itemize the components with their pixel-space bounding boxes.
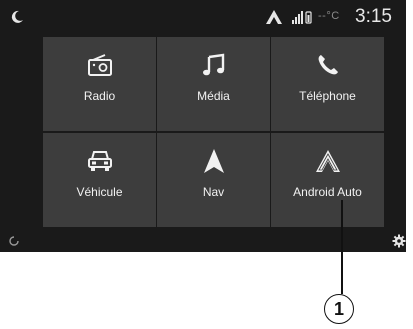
tile-radio[interactable]: Radio [43, 37, 156, 131]
callout-marker: 1 [324, 294, 354, 324]
tile-android-auto[interactable]: Android Auto [271, 133, 384, 227]
tile-telephone[interactable]: Téléphone [271, 37, 384, 131]
tile-label: Véhicule [76, 185, 123, 199]
outside-temperature: --°C [318, 10, 340, 22]
app-grid: Radio Média Téléphone Véhicule Nav Andro… [43, 37, 385, 228]
status-bar: --°C 3:15 [0, 0, 406, 34]
signal-icon [292, 11, 312, 24]
gear-icon[interactable] [392, 234, 406, 248]
tile-label: Nav [202, 185, 225, 199]
music-note-icon [200, 51, 228, 79]
tile-media[interactable]: Média [157, 37, 270, 131]
android-auto-icon [314, 147, 342, 175]
tile-label: Android Auto [293, 185, 362, 199]
tile-label: Téléphone [299, 89, 356, 103]
head-unit-screen: --°C 3:15 Radio Média Téléphone Véhicule… [0, 0, 406, 252]
tile-vehicle[interactable]: Véhicule [43, 133, 156, 227]
callout-pointer-line [341, 200, 343, 294]
circle-icon[interactable] [8, 235, 20, 247]
tile-label: Média [197, 89, 230, 103]
navigation-arrow-icon [200, 147, 228, 175]
tile-nav[interactable]: Nav [157, 133, 270, 227]
car-icon [86, 147, 114, 175]
moon-icon[interactable] [9, 9, 25, 25]
clock: 3:15 [355, 6, 392, 27]
android-auto-icon [266, 10, 282, 24]
tile-label: Radio [83, 89, 116, 103]
radio-icon [86, 51, 114, 79]
phone-icon [314, 51, 342, 79]
